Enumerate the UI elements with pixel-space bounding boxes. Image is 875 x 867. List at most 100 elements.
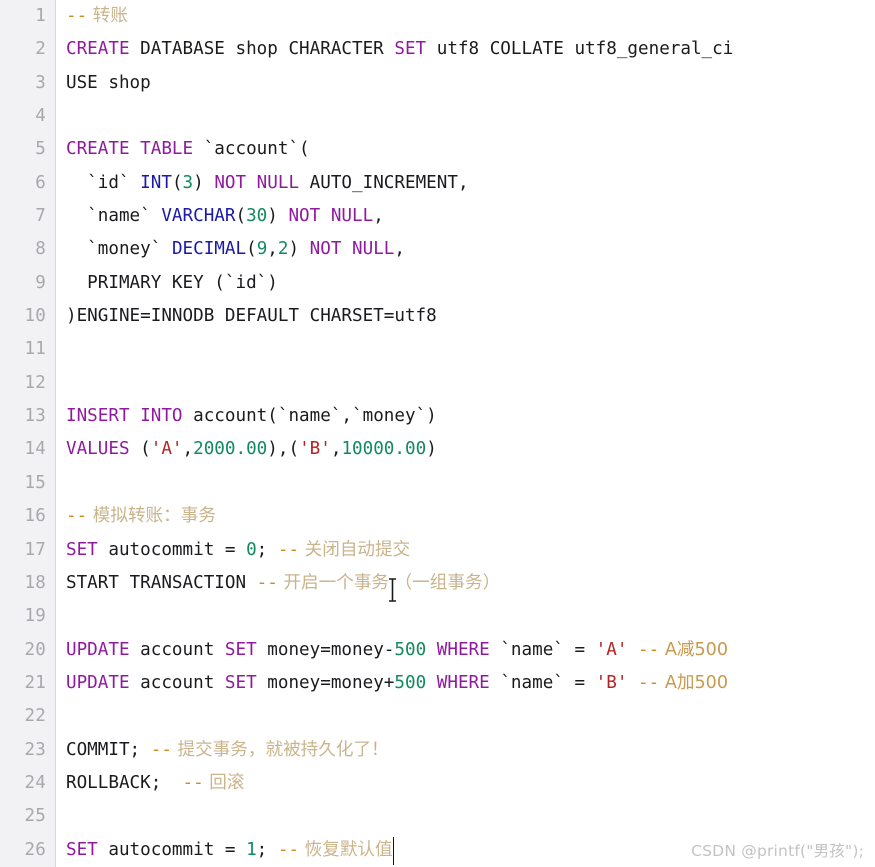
token: -- bbox=[182, 772, 204, 793]
token: `id` bbox=[66, 172, 141, 193]
line-number-11: 11 bbox=[24, 339, 46, 360]
token: VARCHAR bbox=[161, 206, 236, 227]
line-number-15: 15 bbox=[24, 472, 46, 493]
token: `account`( bbox=[193, 139, 310, 160]
line-number-gutter: 1 2 3 4 5 6 7 8 9 10 11 12 13 14 15 16 17 18 19 20 21 22 23 24 2… bbox=[0, 0, 56, 867]
token: COMMIT; bbox=[66, 739, 151, 760]
code-line-20[interactable]: UPDATE account SET money=money-500 WHERE… bbox=[66, 634, 875, 667]
token: A加500 bbox=[659, 672, 729, 693]
token: WHERE bbox=[436, 639, 490, 660]
token: 提交事务，就被持久化了！ bbox=[171, 739, 389, 760]
code-line-1[interactable]: -- 转账 bbox=[66, 0, 875, 33]
token: A减500 bbox=[659, 639, 729, 660]
code-line-9[interactable]: PRIMARY KEY (`id`) bbox=[66, 267, 875, 300]
token: ) bbox=[267, 206, 289, 227]
line-number-20: 20 bbox=[24, 639, 46, 660]
code-line-5[interactable]: CREATE TABLE `account`( bbox=[66, 133, 875, 166]
code-line-24[interactable]: ROLLBACK; -- 回滚 bbox=[66, 767, 875, 800]
token: NOT NULL bbox=[309, 239, 395, 260]
token: -- bbox=[638, 672, 660, 693]
token: -- bbox=[66, 506, 88, 527]
code-line-8[interactable]: `money` DECIMAL(9,2) NOT NULL, bbox=[66, 233, 875, 266]
code-line-15[interactable] bbox=[66, 467, 875, 500]
token: autocommit = bbox=[97, 539, 247, 560]
token: VALUES bbox=[66, 439, 130, 460]
line-number-4: 4 bbox=[35, 106, 46, 127]
token: SET bbox=[224, 639, 257, 660]
csdn-watermark: CSDN @printf("男孩"); bbox=[691, 842, 864, 860]
code-line-25[interactable] bbox=[66, 800, 875, 833]
token: account bbox=[129, 672, 225, 693]
token: -- bbox=[150, 739, 172, 760]
code-line-6[interactable]: `id` INT(3) NOT NULL AUTO_INCREMENT, bbox=[66, 167, 875, 200]
code-line-13[interactable]: INSERT INTO account(`name`,`money`) bbox=[66, 400, 875, 433]
token: 转账 bbox=[87, 6, 128, 26]
token: 'B' bbox=[595, 672, 628, 693]
token: -- bbox=[66, 6, 88, 26]
token: ) bbox=[288, 239, 310, 260]
token: 关闭自动提交 bbox=[299, 539, 411, 560]
code-line-10[interactable]: )ENGINE=INNODB DEFAULT CHARSET=utf8 bbox=[66, 300, 875, 333]
code-line-18[interactable]: START TRANSACTION -- 开启一个事务 （一组事务） bbox=[66, 567, 875, 600]
line-number-3: 3 bbox=[35, 72, 46, 93]
token: 开启一个事务 （一组事务） bbox=[277, 572, 501, 593]
line-number-16: 16 bbox=[24, 506, 46, 527]
token: money=money- bbox=[256, 639, 395, 660]
line-number-19: 19 bbox=[24, 606, 46, 627]
token: `money` bbox=[66, 239, 172, 260]
token: DECIMAL bbox=[171, 239, 247, 260]
token: , bbox=[394, 239, 405, 260]
token: 1 bbox=[246, 839, 257, 860]
token: UPDATE bbox=[66, 639, 130, 660]
code-line-3[interactable]: USE shop bbox=[66, 67, 875, 100]
code-line-14[interactable]: VALUES ('A',2000.00),('B',10000.00) bbox=[66, 433, 875, 466]
code-line-19[interactable] bbox=[66, 600, 875, 633]
token: PRIMARY KEY (`id`) bbox=[66, 272, 278, 293]
line-number-26: 26 bbox=[24, 839, 46, 860]
token: 恢复默认值 bbox=[299, 839, 393, 860]
token: 回滚 bbox=[203, 772, 245, 793]
code-line-2[interactable]: CREATE DATABASE shop CHARACTER SET utf8 … bbox=[66, 33, 875, 66]
token: 10000.00 bbox=[341, 439, 427, 460]
token: ( bbox=[235, 206, 247, 227]
code-line-16[interactable]: -- 模拟转账：事务 bbox=[66, 500, 875, 533]
line-number-8: 8 bbox=[35, 239, 46, 260]
line-number-6: 6 bbox=[35, 172, 46, 193]
token: SET bbox=[66, 539, 98, 560]
line-number-7: 7 bbox=[35, 206, 46, 227]
code-line-21[interactable]: UPDATE account SET money=money+500 WHERE… bbox=[66, 667, 875, 700]
token: -- bbox=[256, 572, 278, 593]
token: `name` bbox=[66, 206, 162, 227]
code-line-7[interactable]: `name` VARCHAR(30) NOT NULL, bbox=[66, 200, 875, 233]
code-line-23[interactable]: COMMIT; -- 提交事务，就被持久化了！ bbox=[66, 734, 875, 767]
token: )ENGINE=INNODB DEFAULT CHARSET=utf8 bbox=[66, 306, 437, 327]
token: UPDATE bbox=[66, 672, 130, 693]
token: 模拟转账：事务 bbox=[87, 506, 216, 527]
token: USE shop bbox=[66, 72, 151, 93]
token: utf8 COLLATE utf8_general_ci bbox=[426, 39, 734, 60]
line-number-2: 2 bbox=[35, 39, 46, 60]
token: autocommit = bbox=[97, 839, 247, 860]
token: 3 bbox=[182, 172, 194, 193]
token: AUTO_INCREMENT, bbox=[299, 172, 469, 193]
line-number-18: 18 bbox=[24, 572, 46, 593]
code-content-area[interactable]: -- 转账 CREATE DATABASE shop CHARACTER SET … bbox=[56, 0, 875, 867]
line-number-13: 13 bbox=[24, 406, 46, 427]
token: SET bbox=[224, 672, 257, 693]
code-line-12[interactable] bbox=[66, 367, 875, 400]
token: 9 bbox=[256, 239, 268, 260]
token: `name` = bbox=[489, 639, 596, 660]
token: ROLLBACK; bbox=[66, 772, 183, 793]
token: ; bbox=[256, 539, 278, 560]
code-line-22[interactable] bbox=[66, 700, 875, 733]
line-number-5: 5 bbox=[35, 139, 46, 160]
code-line-11[interactable] bbox=[66, 333, 875, 366]
token: CREATE bbox=[66, 39, 130, 60]
code-line-17[interactable]: SET autocommit = 0; -- 关闭自动提交 bbox=[66, 534, 875, 567]
token: , bbox=[373, 206, 384, 227]
code-line-4[interactable] bbox=[66, 100, 875, 133]
code-editor[interactable]: 1 2 3 4 5 6 7 8 9 10 11 12 13 14 15 16 17 18 19 20 21 22 23 24 2… bbox=[0, 0, 875, 867]
